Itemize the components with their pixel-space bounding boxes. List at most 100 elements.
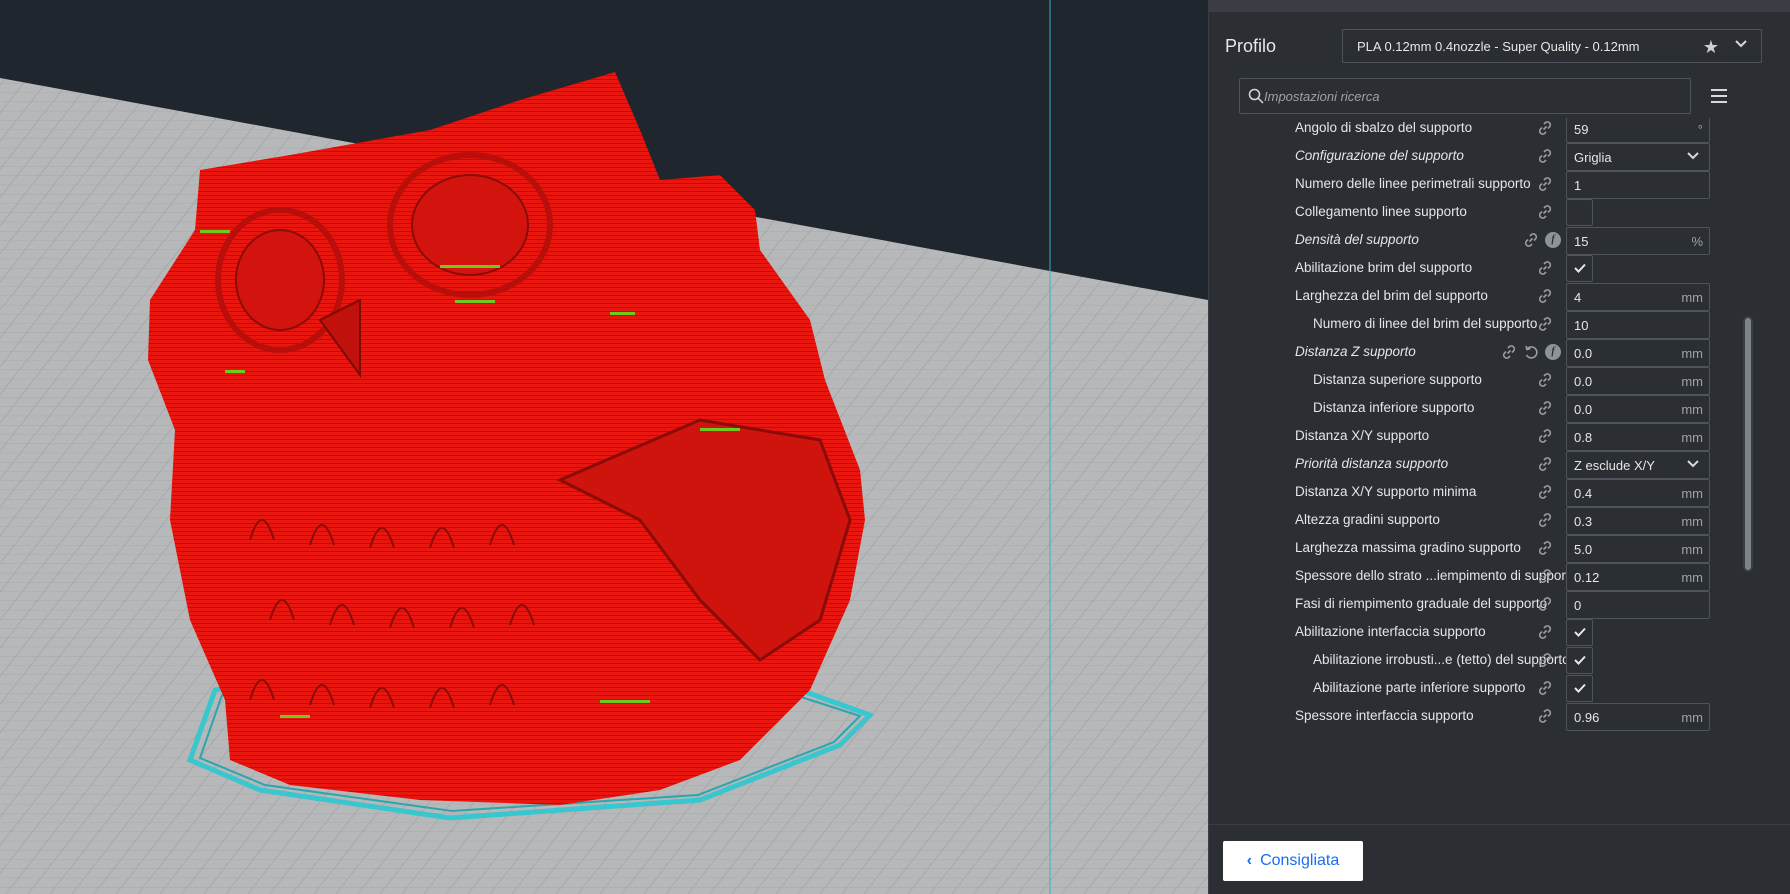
link-icon[interactable] <box>1523 232 1539 248</box>
owl-left-eye-inner <box>235 229 325 331</box>
setting-input[interactable]: 4 mm <box>1566 283 1710 311</box>
owl-right-eye-inner <box>411 174 529 276</box>
profile-label: Profilo <box>1225 36 1277 56</box>
setting-unit: mm <box>1681 374 1703 389</box>
setting-unit: ° <box>1697 122 1703 137</box>
link-icon[interactable] <box>1537 512 1553 528</box>
setting-input[interactable]: 0.0 mm <box>1566 339 1710 367</box>
setting-input[interactable]: 10 <box>1566 311 1710 339</box>
link-icon[interactable] <box>1501 344 1517 360</box>
setting-label: Larghezza del brim del supporto <box>1295 288 1488 303</box>
link-icon[interactable] <box>1537 680 1553 696</box>
link-icon[interactable] <box>1537 540 1553 556</box>
setting-value: 15 <box>1574 234 1589 249</box>
settings-menu-button[interactable] <box>1707 84 1731 108</box>
setting-unit: mm <box>1681 402 1703 417</box>
setting-label: Angolo di sbalzo del supporto <box>1295 120 1473 135</box>
recommended-label: Consigliata <box>1260 852 1340 869</box>
link-icon[interactable] <box>1537 708 1553 724</box>
setting-label: Distanza inferiore supporto <box>1313 400 1475 415</box>
star-icon[interactable]: ★ <box>1701 37 1721 57</box>
setting-label: Altezza gradini supporto <box>1295 512 1440 527</box>
setting-value: 0 <box>1574 598 1582 613</box>
link-icon[interactable] <box>1537 484 1553 500</box>
link-icon[interactable] <box>1537 652 1553 668</box>
setting-label: Abilitazione interfaccia supporto <box>1295 624 1486 639</box>
search-input[interactable] <box>1264 80 1684 112</box>
link-icon[interactable] <box>1537 316 1553 332</box>
checkmark-icon <box>1573 625 1587 639</box>
setting-value: 0.0 <box>1574 402 1593 417</box>
search-icon <box>1248 88 1264 104</box>
link-icon[interactable] <box>1537 568 1553 584</box>
setting-value: 1 <box>1574 178 1582 193</box>
link-icon[interactable] <box>1537 456 1553 472</box>
setting-label: Spessore interfaccia supporto <box>1295 708 1474 723</box>
function-icon[interactable]: f <box>1545 344 1561 360</box>
link-icon[interactable] <box>1537 204 1553 220</box>
setting-checkbox[interactable] <box>1566 647 1593 674</box>
settings-list[interactable]: Angolo di sbalzo del supporto 59 ° Configur… <box>1209 118 1749 824</box>
setting-label: Distanza Z supporto <box>1295 344 1416 359</box>
link-icon[interactable] <box>1537 400 1553 416</box>
chevron-down-icon <box>1686 457 1700 474</box>
setting-unit: mm <box>1681 486 1703 501</box>
link-icon[interactable] <box>1537 288 1553 304</box>
build-plate-scene <box>0 0 1208 894</box>
setting-value: 0.12 <box>1574 570 1600 585</box>
setting-value: 0.0 <box>1574 346 1593 361</box>
profile-dropdown[interactable]: PLA 0.12mm 0.4nozzle - Super Quality - 0… <box>1342 29 1762 63</box>
link-icon[interactable] <box>1537 148 1553 164</box>
chevron-down-icon <box>1686 149 1700 166</box>
setting-label: Densità del supporto <box>1295 232 1419 247</box>
setting-dropdown[interactable]: Griglia <box>1566 143 1710 171</box>
bottom-bar: ‹ Consigliata <box>1209 824 1790 894</box>
setting-input[interactable]: 5.0 mm <box>1566 535 1710 563</box>
reset-icon[interactable] <box>1523 344 1539 360</box>
link-icon[interactable] <box>1537 120 1553 136</box>
setting-value: 0.4 <box>1574 486 1593 501</box>
setting-label: Spessore dello strato ...iempimento di s… <box>1295 568 1578 583</box>
setting-input[interactable]: 1 <box>1566 171 1710 199</box>
setting-value: Z esclude X/Y <box>1574 458 1655 473</box>
link-icon[interactable] <box>1537 624 1553 640</box>
checkmark-icon <box>1573 681 1587 695</box>
setting-input[interactable]: 0.3 mm <box>1566 507 1710 535</box>
setting-value: 0.3 <box>1574 514 1593 529</box>
search-box[interactable] <box>1239 78 1691 114</box>
recommended-mode-button[interactable]: ‹ Consigliata <box>1223 841 1363 881</box>
setting-row[interactable]: Spessore interfaccia supporto 0.96 mm <box>1209 700 1749 732</box>
setting-input[interactable]: 0.0 mm <box>1566 367 1710 395</box>
setting-input[interactable]: 0.12 mm <box>1566 563 1710 591</box>
setting-input[interactable]: 0.0 mm <box>1566 395 1710 423</box>
scrollbar-thumb[interactable] <box>1745 318 1751 570</box>
checkmark-icon <box>1573 653 1587 667</box>
setting-input[interactable]: 15% <box>1566 227 1710 255</box>
chevron-down-icon <box>1731 37 1751 57</box>
setting-dropdown[interactable]: Z esclude X/Y <box>1566 451 1710 479</box>
setting-input[interactable]: 0.4 mm <box>1566 479 1710 507</box>
setting-label: Numero di linee del brim del supporto <box>1313 316 1538 331</box>
setting-unit: mm <box>1681 570 1703 585</box>
setting-checkbox[interactable] <box>1566 255 1593 282</box>
setting-label: Abilitazione parte inferiore supporto <box>1313 680 1526 695</box>
setting-input[interactable]: 0 <box>1566 591 1710 619</box>
profile-value: PLA 0.12mm 0.4nozzle - Super Quality - 0… <box>1357 39 1640 54</box>
function-icon[interactable]: f <box>1545 232 1561 248</box>
setting-value: 4 <box>1574 290 1582 305</box>
setting-checkbox[interactable] <box>1566 675 1593 702</box>
link-icon[interactable] <box>1537 428 1553 444</box>
setting-unit: mm <box>1681 514 1703 529</box>
setting-label: Larghezza massima gradino supporto <box>1295 540 1521 555</box>
setting-checkbox[interactable] <box>1566 199 1593 226</box>
setting-label: Priorità distanza supporto <box>1295 456 1449 471</box>
setting-input[interactable]: 0.96 mm <box>1566 703 1710 731</box>
link-icon[interactable] <box>1537 372 1553 388</box>
setting-input[interactable]: 0.8 mm <box>1566 423 1710 451</box>
link-icon[interactable] <box>1537 596 1553 612</box>
3d-viewport[interactable] <box>0 0 1208 894</box>
link-icon[interactable] <box>1537 176 1553 192</box>
link-icon[interactable] <box>1537 260 1553 276</box>
setting-label: Collegamento linee supporto <box>1295 204 1467 219</box>
setting-checkbox[interactable] <box>1566 619 1593 646</box>
